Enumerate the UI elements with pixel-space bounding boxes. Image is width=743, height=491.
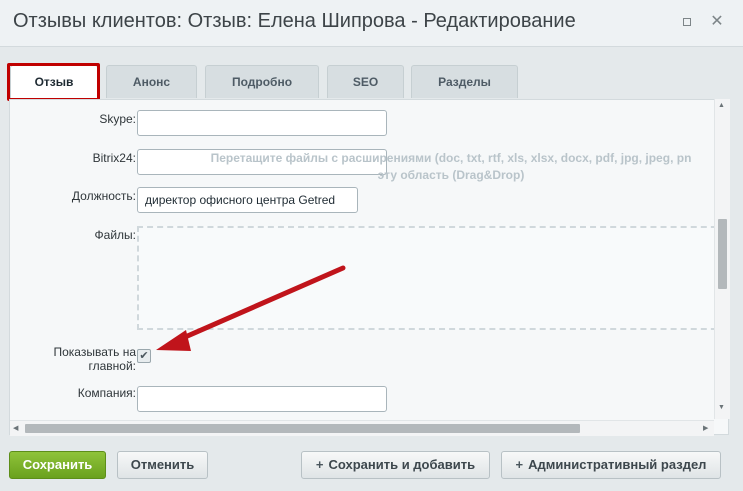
plus-icon: + bbox=[515, 457, 524, 472]
admin-section-button[interactable]: + Административный раздел bbox=[501, 451, 721, 479]
save-and-add-button[interactable]: + Сохранить и добавить bbox=[301, 451, 490, 479]
annotation-arrow bbox=[156, 265, 346, 351]
save-button[interactable]: Сохранить bbox=[9, 451, 106, 479]
save-and-add-label: Сохранить и добавить bbox=[328, 457, 476, 472]
cancel-button[interactable]: Отменить bbox=[117, 451, 208, 479]
plus-icon: + bbox=[315, 457, 324, 472]
admin-section-label: Административный раздел bbox=[528, 457, 707, 472]
